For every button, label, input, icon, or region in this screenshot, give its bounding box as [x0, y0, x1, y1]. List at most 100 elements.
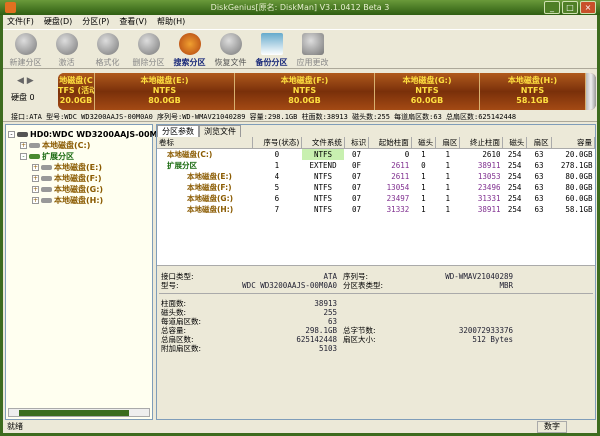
detail-sectors: 总扇区数: 625142448: [161, 335, 337, 344]
segment-g[interactable]: 本地磁盘(G:) NTFS 60.0GB: [375, 73, 480, 110]
disk-nav-arrows[interactable]: ◀ ▶: [17, 76, 34, 86]
column-header[interactable]: 文件系统: [301, 137, 345, 149]
column-header[interactable]: 容量: [551, 137, 596, 149]
table-cell: 63: [534, 150, 544, 159]
column-header[interactable]: 标识: [344, 137, 370, 149]
disk-icon: [29, 143, 40, 148]
tree-item-extended[interactable]: - 扩展分区: [8, 151, 150, 162]
seg-size: 80.0GB: [288, 96, 321, 105]
column-header[interactable]: 序号(状态): [252, 137, 303, 149]
label: 应用更改: [296, 58, 329, 67]
detail-cyl: 柱面数: 38913: [161, 299, 337, 308]
table-row[interactable]: 本地磁盘(H:) 7 NTFS 07 31332 1 1 38911 254 63 58.1GB: [157, 204, 595, 215]
disk-icon: [41, 165, 52, 170]
disk-tree-panel: - HD0:WDC WD3200AAJS-00M0A0 + 本地磁盘(C:) - 扩展…: [5, 124, 175, 420]
column-header[interactable]: 起始柱面: [368, 137, 412, 149]
close-button[interactable]: ×: [580, 1, 596, 14]
table-cell: 20.0GB: [565, 150, 593, 159]
table-cell: 1: [421, 150, 426, 159]
table-cell: 4: [274, 172, 280, 181]
label: 新建分区: [9, 58, 42, 67]
status-text: 就绪: [7, 422, 23, 431]
table-cell: 07: [351, 183, 362, 192]
table-cell: NTFS: [314, 183, 333, 192]
table-cell: EXTEND: [309, 161, 337, 170]
table-cell: 本地磁盘(H:): [187, 205, 234, 214]
menu-file[interactable]: 文件(F): [7, 15, 34, 29]
tree-item-e[interactable]: + 本地磁盘(E:): [8, 162, 150, 173]
tree-item-h[interactable]: + 本地磁盘(H:): [8, 195, 150, 206]
table-cell: 1: [445, 161, 450, 170]
scroll-thumb[interactable]: [19, 410, 129, 416]
seg-name: 本地磁盘(G:): [402, 76, 452, 85]
column-header[interactable]: 扇区: [435, 137, 461, 149]
tree-label: 本地磁盘(G:): [54, 185, 104, 194]
horizontal-scrollbar[interactable]: [8, 408, 150, 417]
search-partition-icon: [178, 33, 201, 55]
table-cell: NTFS: [314, 172, 333, 181]
table-cell: 07: [351, 194, 362, 203]
disk-icon: [41, 198, 52, 203]
backup-partition-button[interactable]: 备份分区: [251, 30, 292, 68]
seg-fs: NTFS: [415, 86, 439, 95]
activate-button[interactable]: 激活: [46, 30, 87, 68]
menu-view[interactable]: 查看(V): [119, 15, 147, 29]
delete-partition-button[interactable]: 删除分区: [128, 30, 169, 68]
new-partition-button[interactable]: 新建分区: [5, 30, 46, 68]
table-cell: 1: [421, 194, 426, 203]
column-header[interactable]: 磁头: [411, 137, 437, 149]
apply-changes-button[interactable]: 应用更改: [292, 30, 333, 68]
column-header[interactable]: 终止柱面: [459, 137, 503, 149]
seg-size: 60.0GB: [410, 96, 444, 105]
table-cell: 31331: [477, 194, 501, 203]
table-cell: 63: [534, 172, 544, 181]
table-cell: 58.1GB: [565, 205, 593, 214]
search-partition-button[interactable]: 搜索分区: [169, 30, 210, 68]
bar-end-cap: [586, 73, 596, 110]
recover-files-button[interactable]: 恢复文件: [210, 30, 251, 68]
table-cell: 80.0GB: [565, 183, 593, 192]
segment-f[interactable]: 本地磁盘(F:) NTFS 80.0GB: [235, 73, 375, 110]
column-header[interactable]: 磁头: [502, 137, 528, 149]
tree-label: 本地磁盘(H:): [54, 196, 104, 205]
column-header[interactable]: 卷标: [157, 137, 253, 149]
table-cell: 07: [351, 150, 362, 159]
tree-item-g[interactable]: + 本地磁盘(G:): [8, 184, 150, 195]
maximize-button[interactable]: □: [562, 1, 578, 14]
table-row[interactable]: 本地磁盘(G:) 6 NTFS 07 23497 1 1 31331 254 63 60.0GB: [157, 193, 595, 204]
tab-partition-params[interactable]: 分区参数: [157, 125, 199, 137]
extended-icon: [29, 154, 40, 159]
tree-item-c[interactable]: + 本地磁盘(C:): [8, 140, 150, 151]
tree-label: 本地磁盘(E:): [54, 163, 102, 172]
disk-icon: [41, 187, 52, 192]
table-row[interactable]: 本地磁盘(C:) 0 NTFS 07 0 1 1 2610 254 63 20.0GB: [157, 148, 595, 160]
table-row[interactable]: 本地磁盘(E:) 4 NTFS 07 2611 1 1 13053 254 63 80.0GB: [157, 171, 595, 182]
table-cell: 1: [421, 172, 426, 181]
minimize-button[interactable]: _: [544, 1, 560, 14]
menu-help[interactable]: 帮助(H): [157, 15, 185, 29]
table-cell: 13053: [477, 172, 501, 181]
table-row[interactable]: 扩展分区 1 EXTEND 0F 2611 0 1 38911 254 63 278.1GB: [157, 160, 595, 171]
column-header[interactable]: 扇区: [526, 137, 552, 149]
segment-c[interactable]: 地磁盘(C TFS (活动 20.0GB: [58, 73, 95, 110]
menu-partition[interactable]: 分区(P): [82, 15, 109, 29]
detail-model: 型号: WDC WD3200AAJS-00M0A0: [161, 281, 337, 290]
segment-e[interactable]: 本地磁盘(E:) NTFS 80.0GB: [95, 73, 235, 110]
table-row[interactable]: 本地磁盘(F:) 5 NTFS 07 13054 1 1 23496 254 63 80.0GB: [157, 182, 595, 193]
table-cell: 1: [445, 172, 450, 181]
format-icon: [96, 33, 119, 55]
partition-table: 卷标 序号(状态) 文件系统 标识 起始柱面 磁头 扇区 终止柱面 磁头 扇区 容量 本地磁盘(C:…: [157, 137, 596, 215]
table-cell: 13054: [386, 183, 410, 192]
tree-root[interactable]: - HD0:WDC WD3200AAJS-00M0A0: [8, 129, 175, 140]
tab-browse-files[interactable]: 浏览文件: [199, 125, 241, 137]
tree-item-f[interactable]: + 本地磁盘(F:): [8, 173, 150, 184]
label: 恢复文件: [214, 58, 247, 67]
menu-disk[interactable]: 硬盘(D): [44, 15, 72, 29]
table-cell: NTFS: [314, 205, 333, 214]
table-cell: 0F: [351, 161, 362, 170]
label: 备份分区: [255, 58, 288, 67]
format-button[interactable]: 格式化: [87, 30, 128, 68]
disk-map: ◀ ▶ 硬盘 0 地磁盘(C TFS (活动 20.0GB 本地磁盘(E:) NTFS…: [3, 70, 597, 122]
segment-h[interactable]: 本地磁盘(H:) NTFS 58.1GB: [480, 73, 586, 110]
table-cell: 254: [507, 205, 522, 214]
